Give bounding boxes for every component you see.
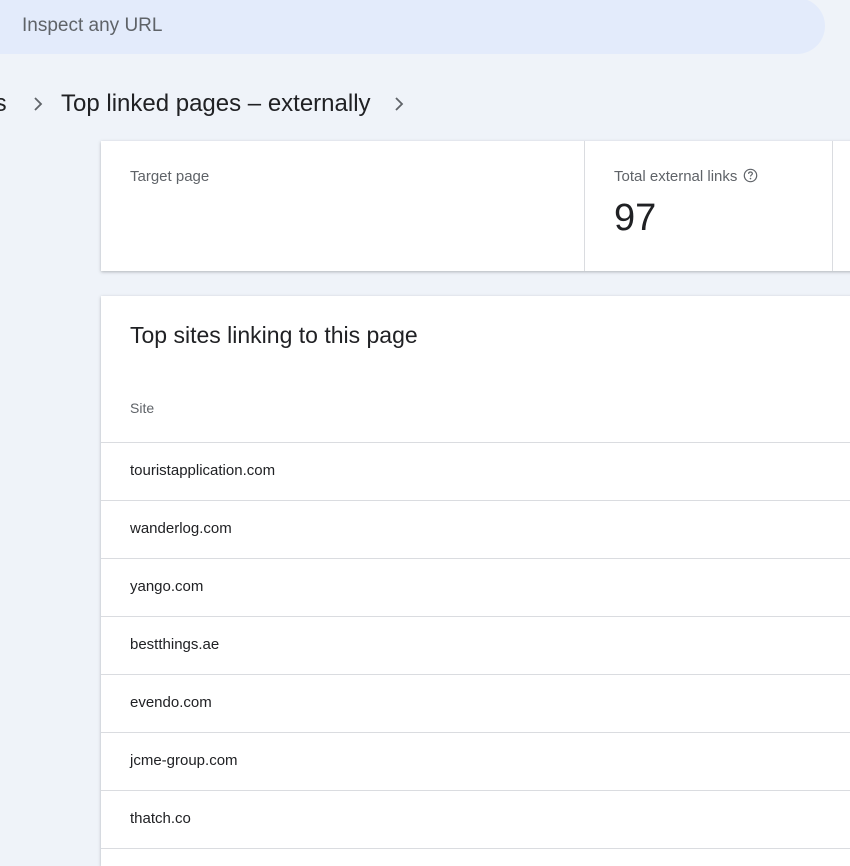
- total-links-value: 97: [614, 197, 657, 239]
- chevron-right-icon: [30, 96, 46, 112]
- site-name: jcme-group.com: [130, 752, 238, 769]
- table-row[interactable]: bestthings.ae: [101, 617, 850, 675]
- breadcrumb-current: Top linked pages – externally: [61, 90, 371, 117]
- target-page-label: Target page: [130, 168, 210, 185]
- top-sites-card: Top sites linking to this page Site tour…: [101, 296, 850, 866]
- site-name: wanderlog.com: [130, 520, 232, 537]
- site-name: touristapplication.com: [130, 462, 276, 479]
- site-name: evendo.com: [130, 694, 212, 711]
- total-links-label-text: Total external links: [614, 168, 738, 185]
- card-title: Top sites linking to this page: [130, 322, 418, 348]
- table-row[interactable]: evendo.com: [101, 675, 850, 733]
- table-row[interactable]: wanderlog.com: [101, 501, 850, 559]
- divider: [832, 141, 833, 271]
- total-links-label: Total external links: [614, 168, 758, 187]
- site-name: yango.com: [130, 578, 204, 595]
- table-row[interactable]: thatch.co: [101, 791, 850, 849]
- table-row[interactable]: touristapplication.com: [101, 443, 850, 501]
- sites-table-body: touristapplication.com wanderlog.com yan…: [101, 443, 850, 849]
- search-input[interactable]: [22, 0, 622, 54]
- total-links-cell: Total external links 97: [585, 141, 832, 271]
- target-page-cell: Target page: [101, 141, 584, 271]
- column-header-site[interactable]: Site: [130, 400, 154, 416]
- search-bar[interactable]: [0, 0, 825, 54]
- summary-card: Target page Total external links 97: [101, 141, 850, 271]
- table-row[interactable]: jcme-group.com: [101, 733, 850, 791]
- breadcrumb: ts Top linked pages – externally: [0, 82, 850, 126]
- table-row[interactable]: yango.com: [101, 559, 850, 617]
- site-name: thatch.co: [130, 810, 191, 827]
- breadcrumb-previous[interactable]: ts: [0, 90, 7, 118]
- chevron-right-icon[interactable]: [391, 96, 407, 112]
- help-icon[interactable]: [743, 168, 758, 187]
- site-name: bestthings.ae: [130, 636, 220, 653]
